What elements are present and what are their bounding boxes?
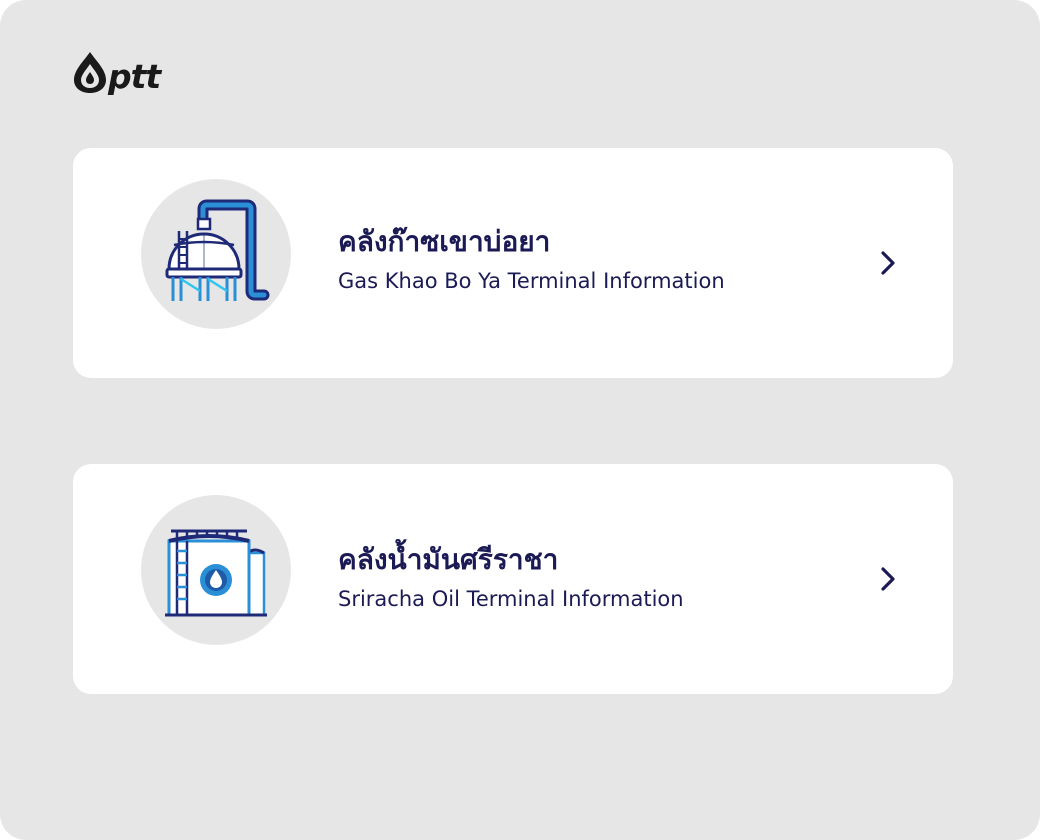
gas-terminal-titles: คลังก๊าซเขาบ่อยา Gas Khao Bo Ya Terminal… <box>338 222 725 296</box>
oil-terminal-card[interactable]: คลังน้ำมันศรีราชา Sriracha Oil Terminal … <box>73 464 953 694</box>
chevron-right-icon[interactable] <box>873 248 903 278</box>
ptt-logo: ptt <box>72 48 176 96</box>
chevron-right-icon[interactable] <box>873 564 903 594</box>
gas-spherical-tank-icon <box>165 199 270 301</box>
svg-text:ptt: ptt <box>107 57 162 96</box>
oil-terminal-title-th: คลังน้ำมันศรีราชา <box>338 543 559 576</box>
oil-storage-tank-icon <box>165 529 267 617</box>
terminal-menu-panel: ptt คลังก๊าซเขาบ่อยา Gas Khao Bo Ya Term… <box>0 0 1040 840</box>
gas-terminal-title-en: Gas Khao Bo Ya Terminal Information <box>338 269 725 293</box>
oil-terminal-icon-badge <box>141 495 291 645</box>
gas-terminal-icon-badge <box>141 179 291 329</box>
oil-terminal-titles: คลังน้ำมันศรีราชา Sriracha Oil Terminal … <box>338 540 684 614</box>
gas-terminal-card[interactable]: คลังก๊าซเขาบ่อยา Gas Khao Bo Ya Terminal… <box>73 148 953 378</box>
gas-terminal-title-th: คลังก๊าซเขาบ่อยา <box>338 225 551 258</box>
oil-terminal-title-en: Sriracha Oil Terminal Information <box>338 587 684 611</box>
